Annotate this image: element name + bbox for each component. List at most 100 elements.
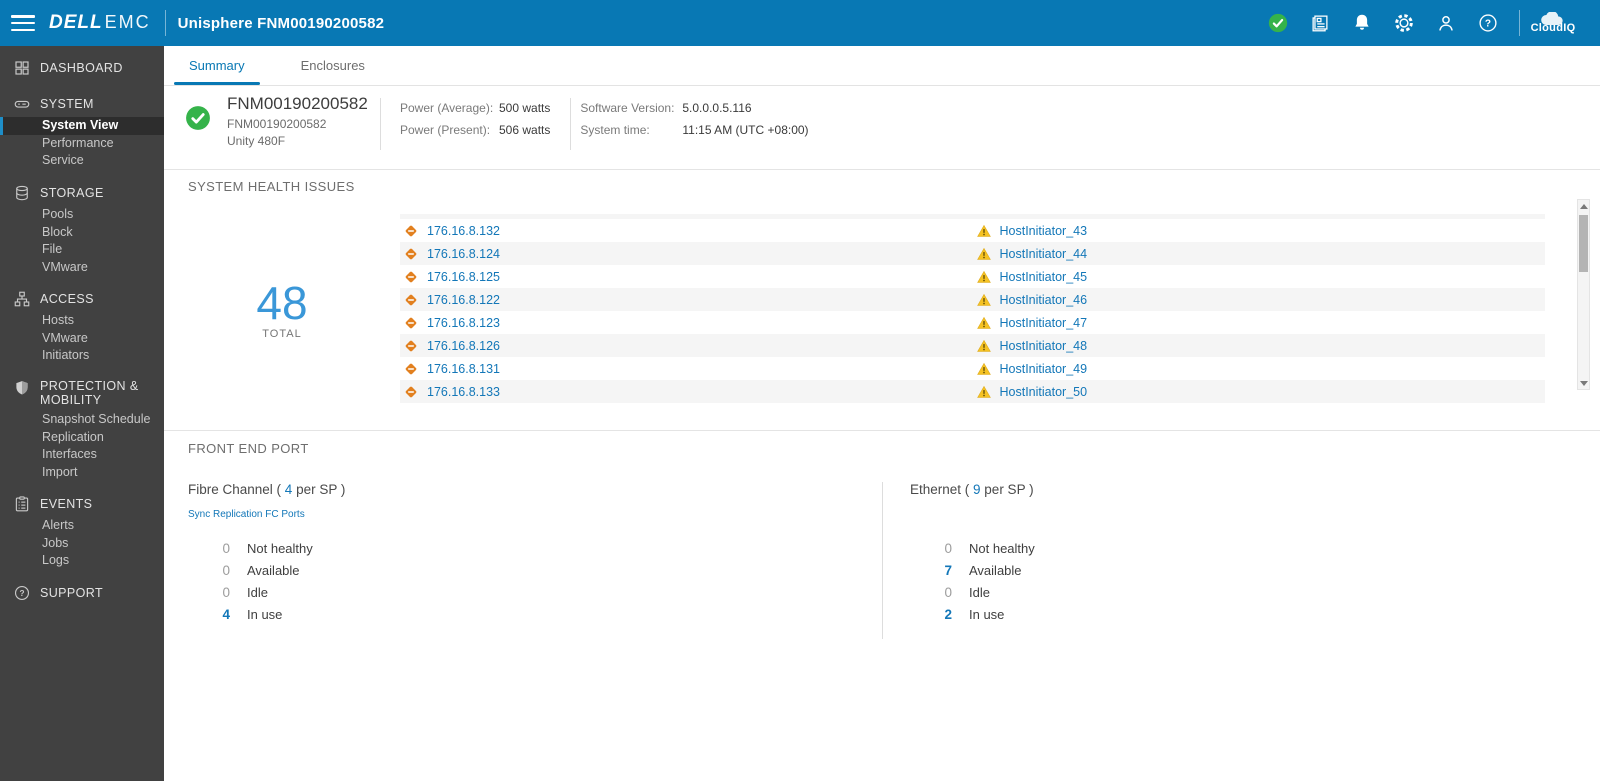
- sync-replication-fc-ports-link[interactable]: Sync Replication FC Ports: [188, 509, 305, 520]
- system-time-value: 11:15 AM (UTC +08:00): [682, 123, 809, 137]
- warning-severity-icon: [976, 362, 991, 376]
- health-issue-link[interactable]: HostInitiator_47: [1000, 316, 1088, 330]
- sidebar-item-file[interactable]: File: [0, 241, 164, 259]
- sidebar-section-system[interactable]: SYSTEM: [0, 91, 164, 117]
- health-total-count: 48: [256, 276, 308, 329]
- sidebar-item-service[interactable]: Service: [0, 152, 164, 170]
- jobs-icon[interactable]: [1309, 12, 1331, 34]
- help-icon[interactable]: ?: [1477, 12, 1499, 34]
- health-issue-link[interactable]: 176.16.8.133: [427, 385, 500, 399]
- support-help-icon: ?: [13, 584, 31, 602]
- tab-enclosures[interactable]: Enclosures: [284, 46, 382, 85]
- power-present-value: 506 watts: [499, 123, 551, 137]
- software-version-value: 5.0.0.0.5.116: [682, 101, 752, 115]
- minor-severity-icon: [404, 293, 418, 307]
- sidebar-item-import[interactable]: Import: [0, 464, 164, 482]
- stat-value: 0: [944, 540, 952, 556]
- health-issue-link[interactable]: HostInitiator_43: [1000, 224, 1088, 238]
- topbar-divider: [164, 10, 166, 36]
- scroll-up-arrow-icon[interactable]: [1578, 200, 1589, 212]
- sidebar-item-vmware-storage[interactable]: VMware: [0, 258, 164, 276]
- minor-severity-icon: [404, 270, 418, 284]
- fibre-channel-header: Fibre Channel ( 4 per SP ): [188, 482, 346, 497]
- sidebar-section-access[interactable]: ACCESS: [0, 286, 164, 312]
- sidebar-item-replication[interactable]: Replication: [0, 428, 164, 446]
- ethernet-header: Ethernet ( 9 per SP ): [910, 482, 1034, 497]
- health-issue-link[interactable]: 176.16.8.122: [427, 293, 500, 307]
- app-title: Unisphere FNM00190200582: [177, 14, 385, 32]
- sidebar-item-support[interactable]: ? SUPPORT: [0, 580, 164, 606]
- health-issue-link[interactable]: HostInitiator_46: [1000, 293, 1088, 307]
- sidebar-item-system-view[interactable]: System View: [0, 117, 164, 135]
- health-list-scrollbar[interactable]: [1577, 199, 1590, 390]
- sidebar-item-interfaces[interactable]: Interfaces: [0, 446, 164, 464]
- health-issue-link[interactable]: 176.16.8.125: [427, 270, 500, 284]
- stat-row: 2 In use: [910, 603, 1035, 625]
- sidebar-item-dashboard[interactable]: DASHBOARD: [0, 55, 164, 81]
- scrollbar-thumb[interactable]: [1579, 215, 1588, 272]
- menu-icon[interactable]: [11, 15, 35, 31]
- sidebar-item-jobs[interactable]: Jobs: [0, 535, 164, 553]
- notifications-bell-icon[interactable]: [1351, 12, 1373, 34]
- warning-severity-icon: [976, 316, 991, 330]
- sidebar-item-pools[interactable]: Pools: [0, 206, 164, 224]
- health-issue-link[interactable]: HostInitiator_44: [1000, 247, 1088, 261]
- health-issue-link[interactable]: 176.16.8.131: [427, 362, 500, 376]
- stat-value: 7: [944, 562, 952, 578]
- system-health-issues-panel: SYSTEM HEALTH ISSUES 48 TOTAL 176.16.8.1…: [164, 170, 1600, 431]
- minor-severity-icon: [404, 316, 418, 330]
- user-icon[interactable]: [1435, 12, 1457, 34]
- events-clipboard-icon: [13, 495, 31, 513]
- minor-severity-icon: [404, 224, 418, 238]
- tab-summary[interactable]: Summary: [172, 46, 262, 85]
- sidebar-item-performance[interactable]: Performance: [0, 135, 164, 153]
- warning-severity-icon: [976, 385, 991, 399]
- stat-value: 0: [222, 540, 230, 556]
- brand-light: EMC: [104, 12, 151, 32]
- sidebar-item-snapshot-schedule[interactable]: Snapshot Schedule: [0, 411, 164, 429]
- stat-label: Idle: [247, 584, 268, 600]
- sidebar-item-initiators[interactable]: Initiators: [0, 347, 164, 365]
- dashboard-icon: [13, 59, 31, 77]
- sidebar-section-storage[interactable]: STORAGE: [0, 180, 164, 206]
- health-issue-link[interactable]: 176.16.8.132: [427, 224, 500, 238]
- sidebar-section-events[interactable]: EVENTS: [0, 491, 164, 517]
- sidebar-section-label: SUPPORT: [40, 585, 103, 600]
- brand-bold: DELL: [49, 12, 103, 33]
- system-serial: FNM00190200582: [227, 117, 327, 131]
- health-section-title: SYSTEM HEALTH ISSUES: [188, 179, 355, 194]
- stat-label: Idle: [969, 584, 990, 600]
- access-icon: [13, 290, 31, 308]
- sidebar-item-vmware-access[interactable]: VMware: [0, 330, 164, 348]
- svg-text:?: ?: [19, 589, 24, 598]
- cloudiq-logo[interactable]: CloudIQ: [1520, 12, 1586, 34]
- sidebar-item-hosts[interactable]: Hosts: [0, 312, 164, 330]
- health-issue-row: 176.16.8.126 HostInitiator_48: [400, 334, 1545, 357]
- health-issue-link[interactable]: HostInitiator_45: [1000, 270, 1088, 284]
- health-issue-row: 176.16.8.131 HostInitiator_49: [400, 357, 1545, 380]
- stat-label: Available: [969, 562, 1022, 578]
- stat-label: In use: [247, 606, 283, 622]
- settings-gear-icon[interactable]: [1393, 12, 1415, 34]
- stat-row: 0 Idle: [188, 581, 882, 603]
- sidebar-item-alerts[interactable]: Alerts: [0, 517, 164, 535]
- scroll-down-arrow-icon[interactable]: [1578, 377, 1589, 389]
- health-issue-link[interactable]: HostInitiator_48: [1000, 339, 1088, 353]
- health-issue-row: 176.16.8.123 HostInitiator_47: [400, 311, 1545, 334]
- health-issue-link[interactable]: 176.16.8.124: [427, 247, 500, 261]
- health-issue-link[interactable]: HostInitiator_50: [1000, 385, 1088, 399]
- stat-value: 0: [944, 584, 952, 600]
- sidebar: DASHBOARD SYSTEM System View Performance…: [0, 46, 164, 781]
- link-spacer: [910, 502, 1035, 523]
- sidebar-item-block[interactable]: Block: [0, 223, 164, 241]
- minor-severity-icon: [404, 385, 418, 399]
- sidebar-section-label: DASHBOARD: [40, 61, 123, 75]
- health-issue-link[interactable]: HostInitiator_49: [1000, 362, 1088, 376]
- sidebar-section-label: SYSTEM: [40, 97, 94, 111]
- sidebar-section-protection-mobility[interactable]: PROTECTION & MOBILITY: [0, 375, 164, 411]
- fibre-channel-stats: 0 Not healthy 0 Available 0 Idle 4 In use: [188, 537, 882, 625]
- system-health-status-icon[interactable]: [1267, 12, 1289, 34]
- health-issue-link[interactable]: 176.16.8.126: [427, 339, 500, 353]
- sidebar-item-logs[interactable]: Logs: [0, 552, 164, 570]
- health-issue-link[interactable]: 176.16.8.123: [427, 316, 500, 330]
